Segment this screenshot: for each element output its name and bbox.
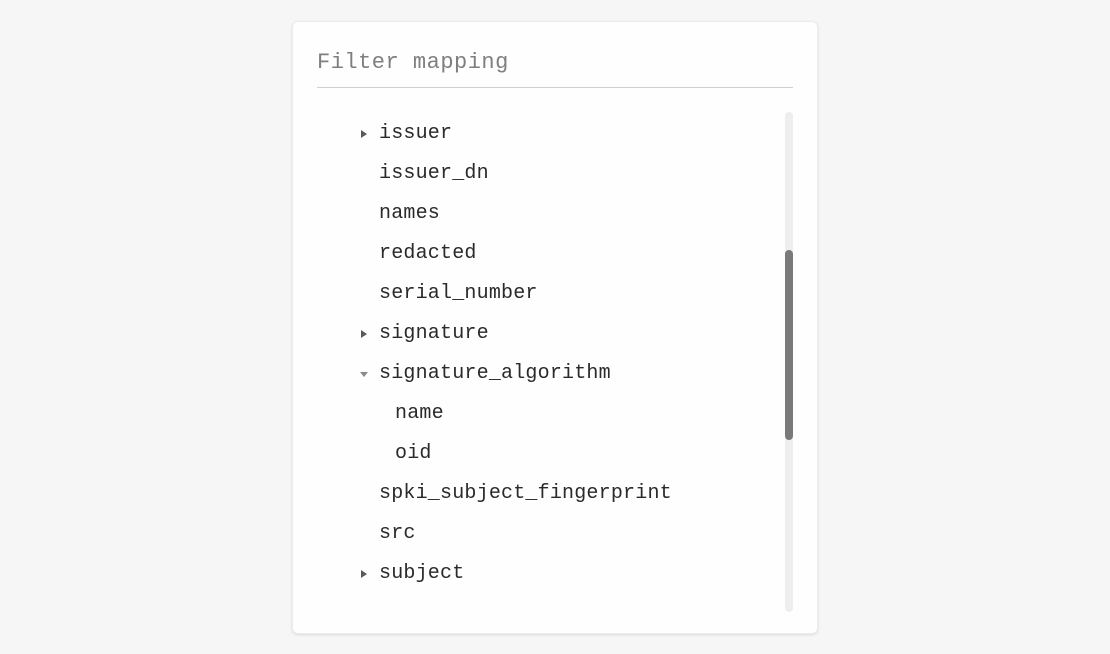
tree-item-label: issuer_dn bbox=[379, 162, 489, 185]
chevron-down-icon bbox=[357, 367, 371, 381]
filter-mapping-panel: Filter mapping issuer issuer_dn names re… bbox=[292, 21, 818, 634]
tree-item-label: signature bbox=[379, 322, 489, 345]
tree-item-signature[interactable]: signature bbox=[357, 314, 779, 354]
tree-item-issuer[interactable]: issuer bbox=[357, 114, 779, 154]
scrollbar-thumb[interactable] bbox=[785, 250, 793, 440]
tree-item-label: names bbox=[379, 202, 440, 225]
tree-item-label: src bbox=[379, 522, 416, 545]
tree-item-label: issuer bbox=[379, 122, 452, 145]
chevron-right-icon bbox=[357, 327, 371, 341]
tree-container: issuer issuer_dn names redacted serial_n… bbox=[317, 112, 793, 612]
tree-item-spki-subject-fingerprint[interactable]: spki_subject_fingerprint bbox=[357, 474, 779, 514]
tree-item-oid[interactable]: oid bbox=[357, 434, 779, 474]
tree-item-name[interactable]: name bbox=[357, 394, 779, 434]
tree-item-label: name bbox=[395, 402, 444, 425]
tree-item-subject[interactable]: subject bbox=[357, 554, 779, 594]
chevron-right-icon bbox=[357, 127, 371, 141]
tree-item-label: spki_subject_fingerprint bbox=[379, 482, 672, 505]
tree-item-label: signature_algorithm bbox=[379, 362, 611, 385]
scrollbar-track[interactable] bbox=[785, 112, 793, 612]
chevron-right-icon bbox=[357, 567, 371, 581]
tree-item-names[interactable]: names bbox=[357, 194, 779, 234]
panel-title: Filter mapping bbox=[317, 50, 793, 88]
tree-item-redacted[interactable]: redacted bbox=[357, 234, 779, 274]
mapping-tree: issuer issuer_dn names redacted serial_n… bbox=[317, 112, 793, 612]
tree-item-issuer-dn[interactable]: issuer_dn bbox=[357, 154, 779, 194]
tree-item-src[interactable]: src bbox=[357, 514, 779, 554]
tree-item-signature-algorithm[interactable]: signature_algorithm bbox=[357, 354, 779, 394]
tree-item-serial-number[interactable]: serial_number bbox=[357, 274, 779, 314]
tree-item-label: subject bbox=[379, 562, 464, 585]
tree-item-label: oid bbox=[395, 442, 432, 465]
tree-item-label: serial_number bbox=[379, 282, 538, 305]
tree-item-label: redacted bbox=[379, 242, 477, 265]
